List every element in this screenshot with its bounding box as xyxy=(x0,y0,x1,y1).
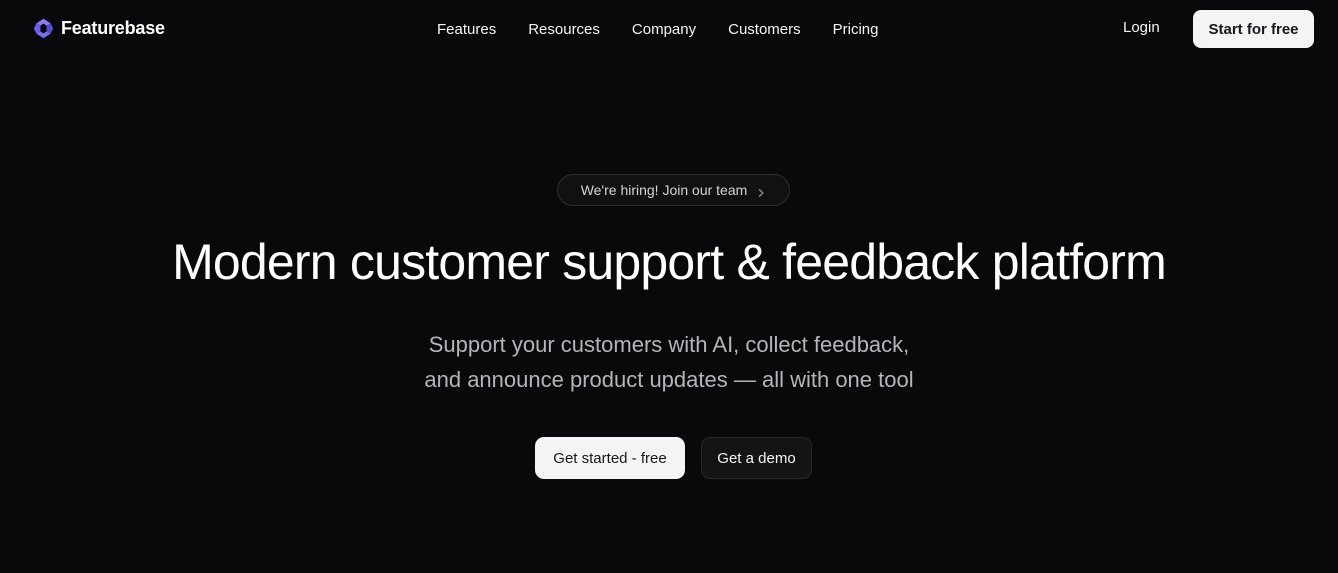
hiring-pill-label: We're hiring! Join our team xyxy=(580,182,748,198)
start-for-free-button[interactable]: Start for free xyxy=(1193,10,1314,48)
featurebase-logo-icon xyxy=(33,18,54,39)
login-link[interactable]: Login xyxy=(1123,19,1160,36)
brand-name: Featurebase xyxy=(61,17,165,38)
hero-subtitle-line: and announce product updates — all with … xyxy=(424,367,914,392)
chevron-right-icon xyxy=(756,185,766,197)
site-header: Featurebase Features Resources Company C… xyxy=(0,0,1338,58)
nav-resources[interactable]: Resources xyxy=(512,21,616,38)
landing-page: Featurebase Features Resources Company C… xyxy=(0,0,1338,573)
get-a-demo-button[interactable]: Get a demo xyxy=(701,437,812,479)
nav-customers[interactable]: Customers xyxy=(712,21,817,38)
brand-home-link[interactable]: Featurebase xyxy=(33,17,165,39)
hero-title: Modern customer support & feedback platf… xyxy=(172,234,1167,290)
hiring-announcement-pill[interactable]: We're hiring! Join our team xyxy=(557,174,790,206)
nav-features[interactable]: Features xyxy=(421,21,512,38)
nav-pricing[interactable]: Pricing xyxy=(817,21,895,38)
get-started-free-button[interactable]: Get started - free xyxy=(535,437,685,479)
hero-subtitle: Support your customers with AI, collect … xyxy=(0,327,1338,397)
main-nav: Features Resources Company Customers Pri… xyxy=(421,18,895,40)
nav-company[interactable]: Company xyxy=(616,21,712,38)
hero-subtitle-line: Support your customers with AI, collect … xyxy=(428,332,910,357)
